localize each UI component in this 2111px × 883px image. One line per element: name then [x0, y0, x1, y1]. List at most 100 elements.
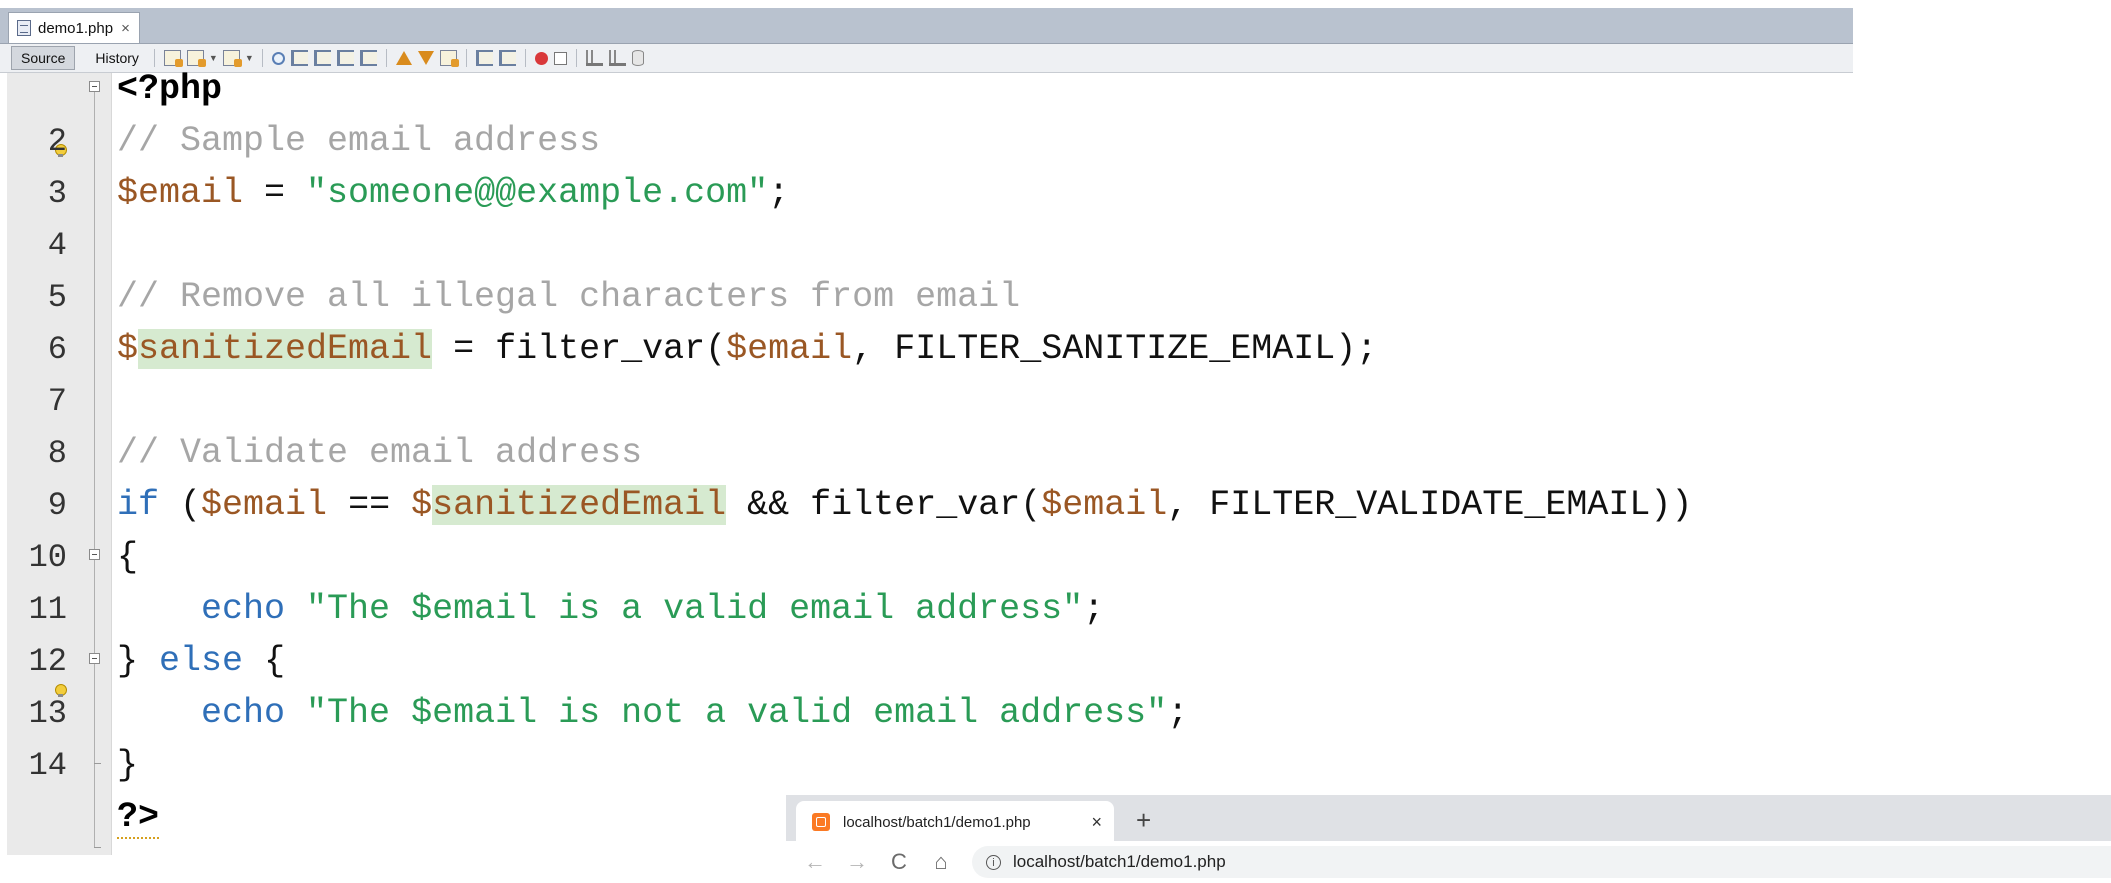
- operator: =: [243, 173, 307, 213]
- comment-icon[interactable]: [585, 50, 603, 66]
- code-line-12: } else {: [117, 635, 285, 687]
- line-number: 7: [47, 383, 67, 420]
- toggle-bookmark-icon[interactable]: [439, 50, 459, 67]
- comment: // Remove all illegal characters from em…: [117, 277, 1021, 317]
- line-number: 3: [47, 175, 67, 212]
- line-number: 5: [47, 279, 67, 316]
- shift-right-icon[interactable]: [498, 50, 516, 66]
- browser-window: localhost/batch1/demo1.php × + ← → C ⌂ i…: [786, 795, 2111, 883]
- fold-guide: [94, 92, 95, 847]
- punctuation: ;: [1167, 693, 1189, 733]
- operator: ==: [327, 485, 412, 525]
- punctuation: (: [159, 485, 202, 525]
- punctuation: ;: [768, 173, 790, 213]
- close-tab-icon[interactable]: ×: [121, 20, 130, 37]
- shift-left-icon[interactable]: [475, 50, 493, 66]
- file-tab-demo1[interactable]: demo1.php ×: [8, 12, 140, 43]
- code-line-15: ?>: [117, 791, 160, 843]
- next-bookmark-icon[interactable]: [417, 51, 434, 65]
- address-bar-url[interactable]: localhost/batch1/demo1.php: [1013, 852, 1226, 872]
- toggle-highlight-icon[interactable]: [336, 50, 354, 66]
- browser-toolbar: ← → C ⌂ i localhost/batch1/demo1.php: [786, 841, 2111, 883]
- brace-close: }: [117, 641, 139, 681]
- chevron-down-icon[interactable]: ▼: [245, 53, 254, 63]
- line-number: 13: [28, 695, 67, 732]
- php-open-tag: <?php: [117, 69, 223, 109]
- function-call: filter_var(: [495, 329, 727, 369]
- operator: =: [432, 329, 496, 369]
- chevron-down-icon[interactable]: ▼: [209, 53, 218, 63]
- variable-email: $email: [726, 329, 853, 369]
- home-icon[interactable]: ⌂: [928, 849, 954, 875]
- toolbar-separator: [465, 49, 467, 67]
- back-arrow-icon[interactable]: ←: [802, 849, 828, 875]
- fold-toggle-icon[interactable]: [89, 549, 100, 560]
- start-macro-recording-icon[interactable]: [534, 51, 548, 65]
- line-number: 2: [47, 123, 67, 160]
- forward-arrow-icon[interactable]: →: [844, 849, 870, 875]
- address-bar[interactable]: i localhost/batch1/demo1.php: [972, 846, 2111, 878]
- keyword-echo: echo: [201, 693, 286, 733]
- line-number-gutter: 2 3 4 5 6 7 8 9 10 11 12 13 14: [7, 73, 112, 855]
- line-number: 8: [47, 435, 67, 472]
- source-view-button[interactable]: Source: [11, 46, 76, 70]
- code-line-5: // Remove all illegal characters from em…: [117, 271, 1020, 323]
- code-line-8: // Validate email address: [117, 427, 642, 479]
- punctuation: ,: [852, 329, 895, 369]
- code-line-10: {: [117, 531, 138, 583]
- stop-macro-recording-icon[interactable]: [553, 51, 567, 65]
- fold-toggle-icon[interactable]: [89, 81, 100, 92]
- variable-sanitized-email-highlighted: sanitizedEmail: [138, 329, 433, 369]
- toolbar-separator: [575, 49, 577, 67]
- function-call: filter_var(: [810, 485, 1042, 525]
- operator: &&: [726, 485, 811, 525]
- fold-end-marker: [94, 847, 101, 848]
- variable-sigil: $: [117, 329, 139, 369]
- find-next-icon[interactable]: [313, 50, 331, 66]
- keyword-echo: echo: [201, 589, 286, 629]
- code-line-6: $sanitizedEmail = filter_var($email, FIL…: [117, 323, 1377, 375]
- browser-tab[interactable]: localhost/batch1/demo1.php ×: [796, 801, 1114, 843]
- variable-email: $email: [117, 173, 244, 213]
- code-area[interactable]: <?php // Sample email address $email = "…: [117, 69, 1853, 855]
- variable-sanitized-email-highlighted: sanitizedEmail: [432, 485, 727, 525]
- code-editor[interactable]: 2 3 4 5 6 7 8 9 10 11 12 13 14 <?php // …: [7, 69, 1853, 855]
- constant: FILTER_VALIDATE_EMAIL: [1209, 485, 1651, 525]
- fold-toggle-icon[interactable]: [89, 653, 100, 664]
- find-previous-icon[interactable]: [290, 50, 308, 66]
- string-literal: "someone@@example.com": [306, 173, 769, 213]
- new-tab-button[interactable]: +: [1136, 805, 1151, 836]
- reload-icon[interactable]: C: [886, 849, 912, 875]
- close-tab-icon[interactable]: ×: [1091, 812, 1102, 833]
- uncomment-icon[interactable]: [608, 50, 626, 66]
- line-number: 14: [28, 747, 67, 784]
- toggle-rect-selection-icon[interactable]: [359, 50, 377, 66]
- variable-email: $email: [201, 485, 328, 525]
- code-line-3: $email = "someone@@example.com";: [117, 167, 789, 219]
- forward-icon[interactable]: [222, 50, 242, 67]
- file-tab-label: demo1.php: [38, 19, 114, 37]
- php-file-icon: [17, 20, 31, 36]
- toolbar-separator: [261, 49, 263, 67]
- line-number: 6: [47, 331, 67, 368]
- database-icon[interactable]: [631, 50, 644, 66]
- code-line-14: }: [117, 739, 138, 791]
- previous-bookmark-icon[interactable]: [395, 51, 412, 65]
- code-line-1: <?php: [117, 63, 222, 115]
- constant: FILTER_SANITIZE_EMAIL: [894, 329, 1336, 369]
- site-info-icon[interactable]: i: [986, 854, 1001, 870]
- editor-toolbar: Source History ▼ ▼: [0, 44, 1853, 73]
- punctuation: )): [1650, 485, 1693, 525]
- brace-close: }: [117, 745, 139, 785]
- line-number: 10: [28, 539, 67, 576]
- browser-tab-title: localhost/batch1/demo1.php: [843, 813, 1031, 831]
- code-line-13: echo "The $email is not a valid email ad…: [117, 687, 1188, 739]
- find-icon[interactable]: [271, 51, 285, 65]
- line-number: 4: [47, 227, 67, 264]
- line-number: 12: [28, 643, 67, 680]
- line-number: 9: [47, 487, 67, 524]
